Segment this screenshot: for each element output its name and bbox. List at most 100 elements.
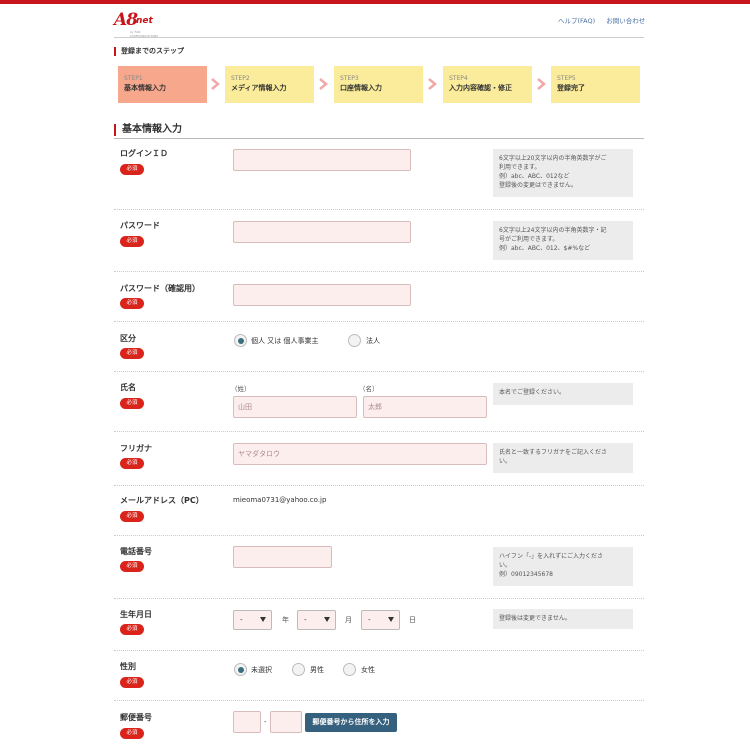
logo-a8-text: A8 <box>114 10 138 30</box>
required-badge: 必須 <box>120 677 144 688</box>
row-divider <box>114 535 644 536</box>
required-badge: 必須 <box>120 398 144 409</box>
step-1: STEP1 基本情報入力 <box>118 66 207 103</box>
birth-year-select[interactable]: - <box>233 610 272 630</box>
category-label: 区分 <box>120 334 136 343</box>
step-2-number: STEP2 <box>231 75 250 82</box>
row-divider <box>114 321 644 322</box>
a8net-logo[interactable]: A8 net by FAN COMMUNICATIONS <box>114 10 162 38</box>
gender-female-label[interactable]: 女性 <box>361 665 375 675</box>
required-badge: 必須 <box>120 624 144 635</box>
gender-male-label[interactable]: 男性 <box>310 665 324 675</box>
category-individual-radio[interactable] <box>234 334 247 347</box>
hint-line: 例）abc、ABC、012、$#%など <box>499 245 591 252</box>
postal-code-second-input[interactable] <box>270 711 302 733</box>
hint-line: 6文字以上20文字以内の半角英数字がご <box>499 155 607 162</box>
postal-lookup-button[interactable]: 郵便番号から住所を入力 <box>305 713 397 732</box>
month-unit: 月 <box>345 616 352 624</box>
row-divider <box>114 271 644 272</box>
step-3-number: STEP3 <box>340 75 359 82</box>
step-4-number: STEP4 <box>449 75 468 82</box>
step-5: STEP5 登録完了 <box>551 66 640 103</box>
birth-month-select[interactable]: - <box>297 610 336 630</box>
step-chevron-icon <box>537 78 546 90</box>
year-unit: 年 <box>282 616 289 624</box>
steps-title: 登録までのステップ <box>114 47 184 56</box>
step-2: STEP2 メディア情報入力 <box>225 66 314 103</box>
gender-unselected-label[interactable]: 未選択 <box>251 665 272 675</box>
row-divider <box>114 700 644 701</box>
dropdown-caret-icon <box>324 617 330 622</box>
row-divider <box>114 431 644 432</box>
hint-line: 登録後は変更できません。 <box>499 615 571 622</box>
hint-line: い。 <box>499 458 512 465</box>
postal-code-first-input[interactable] <box>233 711 261 733</box>
birth-day-select[interactable]: - <box>361 610 400 630</box>
step-chevron-icon <box>319 78 328 90</box>
row-divider <box>114 598 644 599</box>
email-label: メールアドレス（PC） <box>120 496 204 505</box>
step-chevron-icon <box>428 78 437 90</box>
password-confirm-label: パスワード（確認用） <box>120 284 200 293</box>
birthdate-hint: 登録後は変更できません。 <box>493 609 633 629</box>
required-badge: 必須 <box>120 348 144 359</box>
password-confirm-input[interactable] <box>233 284 411 306</box>
password-input[interactable] <box>233 221 411 243</box>
phone-hint: ハイフン「-」を入れずにご入力くださ い。 例）09012345678 <box>493 547 633 586</box>
gender-unselected-radio[interactable] <box>234 663 247 676</box>
section-title: 基本情報入力 <box>114 124 182 136</box>
row-divider <box>114 650 644 651</box>
hint-line: 利用できます。 <box>499 164 541 171</box>
hint-line: 本名でご登録ください。 <box>499 389 566 396</box>
required-badge: 必須 <box>120 511 144 522</box>
hint-line: 登録後の変更はできません。 <box>499 182 577 189</box>
hint-line: 号がご利用できます。 <box>499 236 559 243</box>
phone-input[interactable] <box>233 546 332 568</box>
hint-line: 氏名と一致するフリガナをご記入くださ <box>499 449 608 456</box>
dropdown-caret-icon <box>388 617 394 622</box>
last-name-input[interactable]: 山田 <box>233 396 357 418</box>
hint-line: ハイフン「-」を入れずにご入力くださ <box>499 553 604 560</box>
step-5-label: 登録完了 <box>557 84 585 92</box>
help-faq-link[interactable]: ヘルプ(FAQ) <box>558 17 595 25</box>
logo-net-text: net <box>136 16 153 26</box>
hint-line: 例）abc、ABC、012など <box>499 173 570 180</box>
phone-label: 電話番号 <box>120 547 152 556</box>
hint-line: い。 <box>499 562 512 569</box>
last-name-sublabel: （姓） <box>231 385 251 393</box>
required-badge: 必須 <box>120 298 144 309</box>
step-2-label: メディア情報入力 <box>231 84 287 92</box>
birth-day-value: - <box>368 616 371 624</box>
category-corporate-label[interactable]: 法人 <box>366 336 380 346</box>
step-3: STEP3 口座情報入力 <box>334 66 423 103</box>
step-chevron-icon <box>211 78 220 90</box>
gender-male-radio[interactable] <box>292 663 305 676</box>
step-3-label: 口座情報入力 <box>340 84 382 92</box>
login-id-label: ログインＩＤ <box>120 149 168 158</box>
birth-year-value: - <box>240 616 243 624</box>
birthdate-label: 生年月日 <box>120 610 152 619</box>
step-1-number: STEP1 <box>124 75 143 82</box>
password-label: パスワード <box>120 221 160 230</box>
header-divider <box>114 37 644 38</box>
first-name-input[interactable]: 太郎 <box>363 396 487 418</box>
hint-line: 例）09012345678 <box>499 571 553 578</box>
row-divider <box>114 371 644 372</box>
required-badge: 必須 <box>120 561 144 572</box>
birth-month-value: - <box>304 616 307 624</box>
top-accent-bar <box>0 0 750 4</box>
gender-label: 性別 <box>120 662 136 671</box>
gender-female-radio[interactable] <box>343 663 356 676</box>
email-value: mieoma0731@yahoo.co.jp <box>233 496 327 504</box>
row-divider <box>114 485 644 486</box>
section-divider <box>114 138 644 139</box>
name-hint: 本名でご登録ください。 <box>493 383 633 405</box>
contact-link[interactable]: お問い合わせ <box>606 17 645 25</box>
login-id-input[interactable] <box>233 149 411 171</box>
step-4-label: 入力内容確認・修正 <box>449 84 512 92</box>
category-corporate-radio[interactable] <box>348 334 361 347</box>
password-hint: 6文字以上24文字以内の半角英数字・記 号がご利用できます。 例）abc、ABC… <box>493 221 633 260</box>
step-4: STEP4 入力内容確認・修正 <box>443 66 532 103</box>
furigana-input[interactable]: ヤマダタロウ <box>233 443 487 465</box>
category-individual-label[interactable]: 個人 又は 個人事業主 <box>251 336 318 346</box>
